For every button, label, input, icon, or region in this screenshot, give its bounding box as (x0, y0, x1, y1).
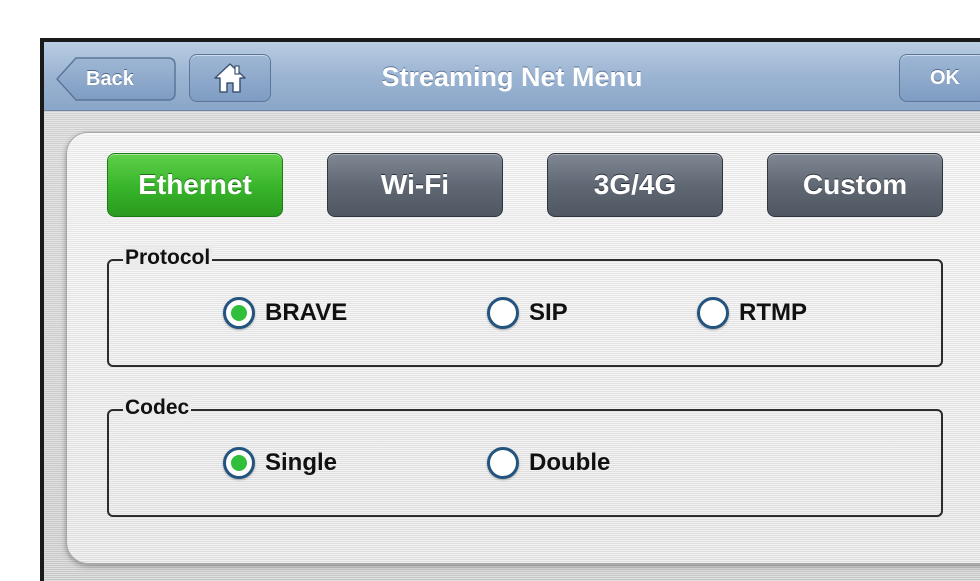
radio-sip[interactable]: SIP (487, 297, 568, 329)
radio-sip-label: SIP (529, 299, 568, 326)
codec-legend: Codec (123, 396, 192, 420)
tab-wifi[interactable]: Wi-Fi (327, 153, 503, 217)
radio-brave-label: BRAVE (265, 299, 348, 326)
protocol-legend: Protocol (123, 246, 213, 270)
screen: Back Streaming Net Menu OK Ethernet Wi-F… (44, 42, 980, 581)
radio-double[interactable]: Double (487, 447, 610, 479)
tab-3g4g[interactable]: 3G/4G (547, 153, 723, 217)
codec-group: Codec Single Double (107, 396, 943, 517)
page-title: Streaming Net Menu (381, 62, 643, 92)
tab-ethernet[interactable]: Ethernet (107, 153, 283, 217)
radio-single-indicator (223, 447, 255, 479)
radio-rtmp[interactable]: RTMP (697, 297, 807, 329)
radio-double-indicator (487, 447, 519, 479)
radio-single[interactable]: Single (223, 447, 337, 479)
title-bar: Back Streaming Net Menu OK (44, 42, 980, 111)
radio-rtmp-indicator (697, 297, 729, 329)
tab-custom[interactable]: Custom (767, 153, 943, 217)
ok-button[interactable]: OK (899, 54, 980, 102)
radio-sip-indicator (487, 297, 519, 329)
radio-brave-indicator (223, 297, 255, 329)
settings-panel: Ethernet Wi-Fi 3G/4G Custom Protocol BRA… (66, 132, 980, 564)
radio-rtmp-label: RTMP (739, 299, 807, 326)
radio-double-label: Double (529, 449, 611, 476)
radio-brave[interactable]: BRAVE (223, 297, 347, 329)
radio-single-label: Single (265, 449, 338, 476)
protocol-group: Protocol BRAVE SIP RTMP (107, 246, 943, 367)
